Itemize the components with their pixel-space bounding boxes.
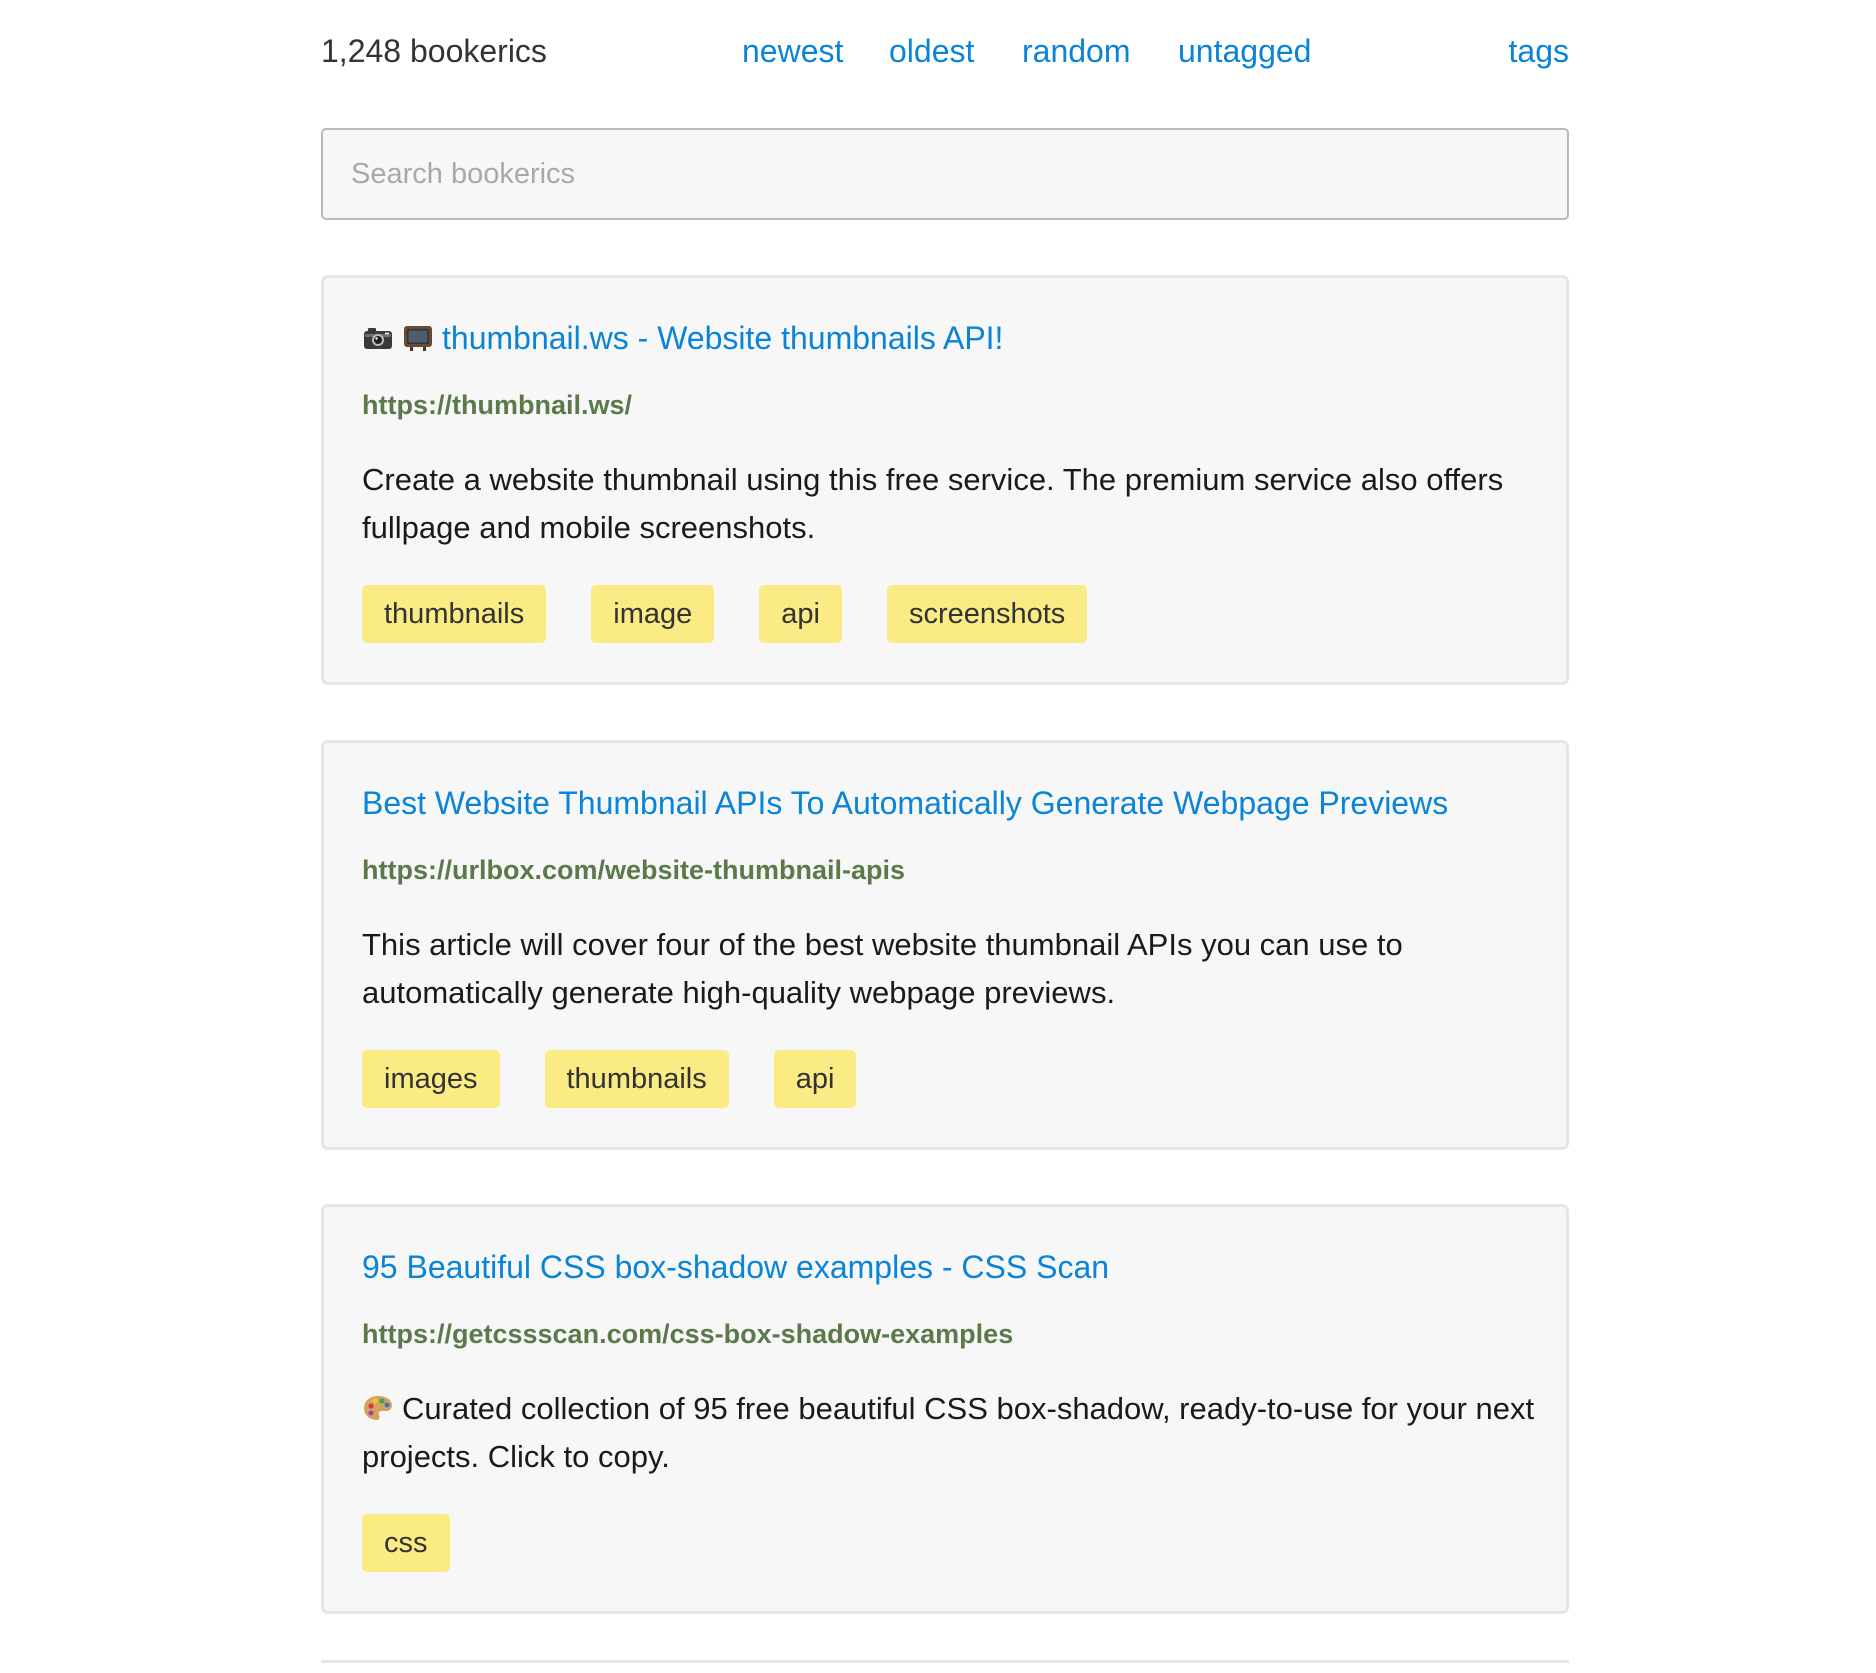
bookmark-card: Best Website Thumbnail APIs To Automatic… <box>321 740 1569 1150</box>
tag-list: thumbnails image api screenshots <box>362 585 1088 643</box>
bookmark-url-link[interactable]: https://getcssscan.com/css-box-shadow-ex… <box>362 1317 1013 1351</box>
camera-icon <box>364 328 392 349</box>
tag-css[interactable]: css <box>362 1514 450 1572</box>
bookmark-card: 95 Beautiful CSS box-shadow examples - C… <box>321 1204 1569 1614</box>
bookmark-url-link[interactable]: https://urlbox.com/website-thumbnail-api… <box>362 853 905 887</box>
bookmark-title-link[interactable]: 95 Beautiful CSS box-shadow examples - C… <box>362 1247 1109 1287</box>
tag-list: css <box>362 1514 450 1572</box>
bookmark-description-text: Curated collection of 95 free beautiful … <box>362 1391 1535 1474</box>
bookmark-card: thumbnail.ws - Website thumbnails API! h… <box>321 275 1569 685</box>
search-input[interactable] <box>321 128 1569 220</box>
palette-icon <box>364 1396 392 1420</box>
bookmark-title-link[interactable]: Best Website Thumbnail APIs To Automatic… <box>362 783 1448 823</box>
bookmark-url-link[interactable]: https://thumbnail.ws/ <box>362 388 632 422</box>
next-card-edge <box>321 1660 1569 1673</box>
page-container: 1,248 bookerics newest oldest random unt… <box>321 0 1569 1663</box>
nav-untagged-link[interactable]: untagged <box>1178 31 1311 71</box>
tag-screenshots[interactable]: screenshots <box>886 585 1088 643</box>
bookmark-title-link[interactable]: thumbnail.ws - Website thumbnails API! <box>362 318 1003 358</box>
top-nav: 1,248 bookerics newest oldest random unt… <box>321 0 1569 104</box>
nav-oldest-link[interactable]: oldest <box>889 31 974 71</box>
nav-newest-link[interactable]: newest <box>742 31 843 71</box>
bookmark-description: Create a website thumbnail using this fr… <box>362 462 1504 545</box>
tag-api[interactable]: api <box>759 585 842 643</box>
tag-list: images thumbnails api <box>362 1050 857 1108</box>
bookmark-description: Curated collection of 95 free beautiful … <box>362 1385 1537 1481</box>
nav-random-link[interactable]: random <box>1022 31 1131 71</box>
bookmark-description: This article will cover four of the best… <box>362 927 1403 1010</box>
nav-tags-link[interactable]: tags <box>1509 31 1569 71</box>
bookmark-title-text: thumbnail.ws - Website thumbnails API! <box>442 320 1004 356</box>
tag-thumbnails[interactable]: thumbnails <box>362 585 547 643</box>
bookmark-count: 1,248 bookerics <box>321 33 547 69</box>
tag-images[interactable]: images <box>362 1050 500 1108</box>
tag-image[interactable]: image <box>591 585 715 643</box>
tv-icon <box>404 326 432 351</box>
tag-api[interactable]: api <box>773 1050 857 1108</box>
tag-thumbnails[interactable]: thumbnails <box>544 1050 729 1108</box>
